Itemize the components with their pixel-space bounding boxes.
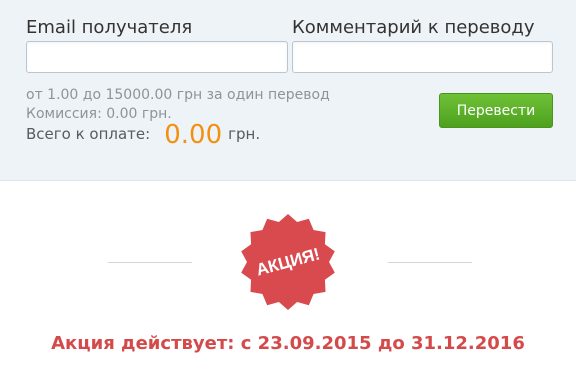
limits-hint: от 1.00 до 15000.00 грн за один перевод (26, 87, 330, 103)
total-label: Всего к оплате: (26, 125, 151, 143)
email-label: Email получателя (26, 17, 193, 38)
transfer-form-panel: Email получателя Комментарий к переводу … (0, 0, 576, 181)
email-field[interactable] (26, 41, 288, 73)
promo-badge: АКЦИЯ! (241, 214, 335, 310)
total-row: Всего к оплате: 0.00 грн. (26, 120, 260, 150)
comment-label: Комментарий к переводу (292, 17, 535, 38)
promo-period-text: Акция действует: с 23.09.2015 до 31.12.2… (51, 333, 525, 354)
total-currency: грн. (228, 125, 261, 143)
promo-divider-right (388, 262, 472, 263)
comment-field[interactable] (292, 41, 553, 73)
transfer-button[interactable]: Перевести (439, 93, 553, 128)
total-amount: 0.00 (164, 120, 223, 150)
promo-divider-left (108, 262, 192, 263)
